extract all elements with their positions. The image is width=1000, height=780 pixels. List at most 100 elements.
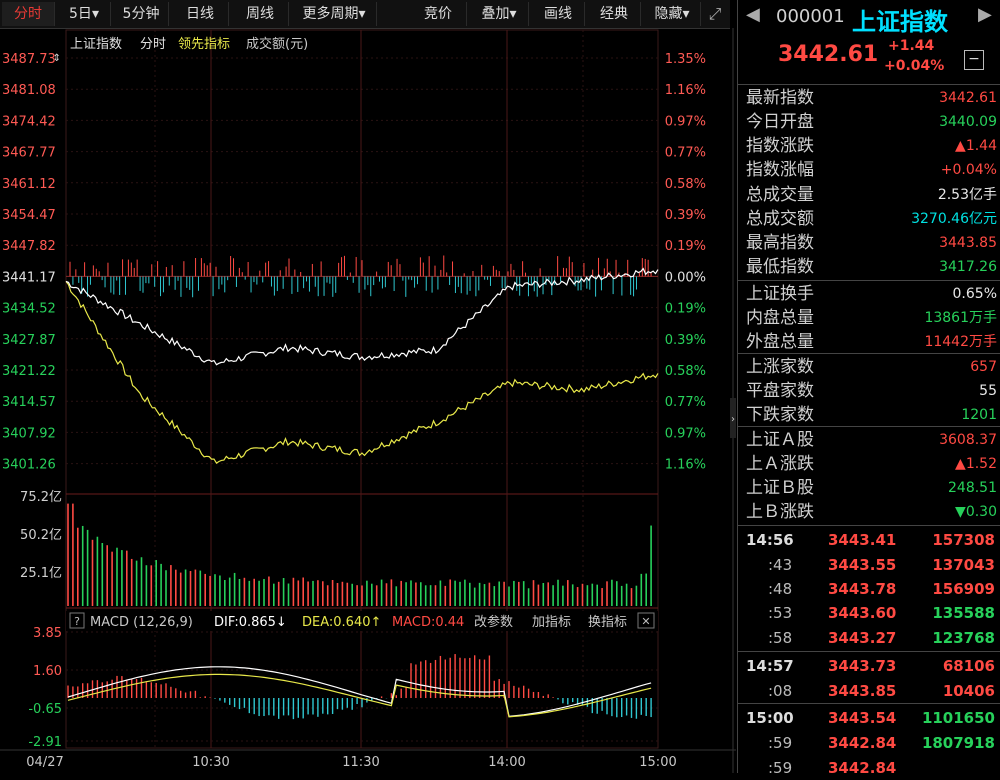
tick-row: :59 3442.84	[738, 756, 1000, 780]
tab-5day[interactable]: 5日▾	[58, 2, 111, 26]
stat-value: ▼0.30	[955, 504, 997, 520]
price-tick-left: 3401.26	[2, 458, 56, 473]
stat-label: 最低指数	[746, 257, 814, 277]
macd-tick: 1.60	[33, 664, 62, 679]
tick-time: :08	[768, 682, 793, 700]
stat-label: 今日开盘	[746, 112, 814, 132]
stat-row: 上Ｂ涨跌 ▼0.30	[738, 500, 1000, 524]
legend-name: 上证指数	[70, 37, 122, 52]
time-tick: 15:00	[639, 755, 676, 770]
add-indicator-button[interactable]: 加指标	[532, 615, 571, 630]
divider	[738, 703, 1000, 704]
price-tick-left: 3427.87	[2, 333, 56, 348]
tick-volume: 123768	[932, 629, 995, 647]
volume-bars	[67, 503, 652, 606]
tick-price: 3443.54	[828, 709, 897, 727]
price-tick-left: 3461.12	[2, 177, 56, 192]
stat-label: 上证换手	[746, 284, 814, 304]
price-tick-left: 3407.92	[2, 426, 56, 441]
price-tick-right: 0.19%	[665, 302, 706, 317]
auction-button[interactable]: 竞价	[410, 2, 467, 26]
overlay-label: 叠加	[481, 6, 510, 22]
volume-tick: 75.2亿	[20, 490, 62, 505]
tick-price: 3442.84	[828, 759, 897, 777]
stat-value: 2.53亿手	[937, 187, 997, 203]
intraday-chart[interactable]: 上证指数 分时 领先指标 成交额(元) 3487.73 3481.08 3474.4…	[0, 28, 736, 773]
tick-row: :58 3443.27 123768	[738, 626, 1000, 650]
tick-price: 3442.84	[828, 734, 897, 752]
draw-button[interactable]: 画线	[532, 2, 585, 26]
classic-button[interactable]: 经典	[588, 2, 641, 26]
tab-5min[interactable]: 5分钟	[114, 2, 169, 26]
stat-row: 上Ａ涨跌 ▲1.52	[738, 452, 1000, 476]
tick-volume: 157308	[932, 531, 995, 549]
more-periods-dropdown[interactable]: 更多周期▾	[292, 2, 377, 26]
price-tick-left: 3441.17	[2, 270, 56, 285]
macd-value: MACD:0.44	[392, 615, 464, 630]
tick-price: 3443.55	[828, 556, 897, 574]
stat-row: 上涨家数 657	[738, 355, 1000, 379]
prev-symbol-icon[interactable]: ◀	[746, 4, 760, 25]
legend-lead: 领先指标	[178, 37, 230, 52]
stat-row: 上证换手 0.65%	[738, 282, 1000, 306]
stat-value: 1201	[961, 407, 997, 423]
price-axis-right: 1.35% 1.16% 0.97% 0.77% 0.58% 0.39% 0.19% 0.00%…	[665, 52, 706, 473]
price-tick-right: 1.35%	[665, 52, 706, 67]
hide-label: 隐藏	[654, 6, 683, 22]
tick-price: 3443.27	[828, 629, 897, 647]
tick-row: 14:56 3443.41 157308	[738, 528, 1000, 552]
divider	[738, 525, 1000, 526]
stat-row: 最高指数 3443.85	[738, 231, 1000, 255]
price-tick-left: 3421.22	[2, 364, 56, 379]
edit-params-button[interactable]: 改参数	[474, 614, 513, 630]
price-tick-left: 3447.82	[2, 239, 56, 254]
price-tick-right: 0.19%	[665, 239, 706, 254]
tick-time: :59	[768, 734, 793, 752]
stat-row: 指数涨跌 ▲1.44	[738, 134, 1000, 158]
macd-tick: 3.85	[33, 626, 62, 641]
tick-time: 14:57	[746, 657, 794, 675]
overlay-dropdown[interactable]: 叠加▾	[470, 2, 529, 26]
tick-price: 3443.85	[828, 682, 897, 700]
tick-price: 3443.41	[828, 531, 897, 549]
stat-label: 平盘家数	[746, 381, 814, 401]
next-symbol-icon[interactable]: ▶	[978, 4, 992, 25]
stat-value: 0.65%	[952, 286, 997, 302]
hide-dropdown[interactable]: 隐藏▾	[644, 2, 701, 26]
price-tick-right: 0.58%	[665, 364, 706, 379]
stat-label: 外盘总量	[746, 332, 814, 352]
stat-label: 上证Ｂ股	[746, 478, 814, 498]
stat-value: 3440.09	[939, 114, 997, 130]
price-axis-left: 3487.73 3481.08 3474.42 3467.77 3461.12 3454.…	[2, 52, 56, 473]
tick-row: :08 3443.85 10406	[738, 679, 1000, 703]
tab-weekly[interactable]: 周线	[232, 2, 289, 26]
grid	[66, 30, 658, 748]
legend-type: 分时	[140, 37, 166, 52]
tick-time: 15:00	[746, 709, 794, 727]
tick-volume: 156909	[932, 580, 995, 598]
price-tick-right: 1.16%	[665, 83, 706, 98]
close-icon[interactable]: ✕	[641, 615, 650, 628]
price-tick-left: 3454.47	[2, 208, 56, 223]
stat-row: 总成交量 2.53亿手	[738, 183, 1000, 207]
help-icon-glyph: ?	[74, 615, 80, 628]
macd-tick: -0.65	[28, 702, 62, 717]
price-tick-right: 1.16%	[665, 458, 706, 473]
collapse-button[interactable]: −	[964, 50, 984, 70]
switch-indicator-button[interactable]: 换指标	[588, 615, 627, 630]
stat-value: 3417.26	[939, 259, 997, 275]
stat-row: 最新指数 3442.61	[738, 86, 1000, 110]
price-tick-left: 3434.52	[2, 302, 56, 317]
stat-label: 上证Ａ股	[746, 430, 814, 450]
stat-value: 13861万手	[924, 310, 997, 326]
expand-icon[interactable]: ⤢	[702, 2, 728, 26]
tab-daily[interactable]: 日线	[172, 2, 229, 26]
tab-5day-label: 5日	[69, 6, 92, 22]
tick-volume: 68106	[942, 657, 995, 675]
price-tick-right: 0.77%	[665, 146, 706, 161]
stat-value: 3270.46亿元	[911, 211, 997, 227]
tick-row: :48 3443.78 156909	[738, 577, 1000, 601]
time-axis: 04/27 10:30 11:30 14:00 15:00	[26, 755, 676, 770]
price-tick-left: 3481.08	[2, 83, 56, 98]
tab-intraday[interactable]: 分时	[2, 2, 55, 26]
